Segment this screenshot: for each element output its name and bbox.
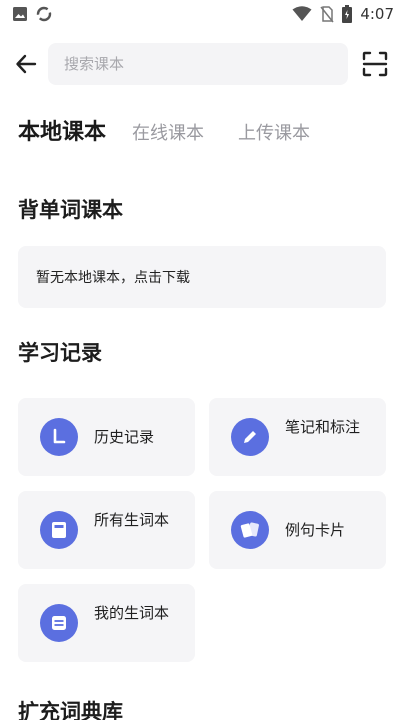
status-time: 4:07 bbox=[360, 5, 394, 23]
record-label-my-vocab: 我的生词本 bbox=[94, 604, 170, 622]
record-card-history[interactable]: 历史记录 bbox=[18, 398, 195, 476]
tab-online-textbooks[interactable]: 在线课本 bbox=[132, 119, 204, 145]
record-card-example-cards[interactable]: 例句卡片 bbox=[209, 491, 386, 569]
tab-upload-textbooks[interactable]: 上传课本 bbox=[238, 119, 310, 145]
record-card-all-vocab[interactable]: 所有生词本 bbox=[18, 491, 195, 569]
status-bar: 4:07 bbox=[0, 0, 404, 30]
arrow-left-icon bbox=[16, 54, 37, 74]
back-button[interactable] bbox=[12, 50, 40, 78]
record-label-history: 历史记录 bbox=[94, 428, 155, 446]
section-title-wordbooks: 背单词课本 bbox=[18, 198, 123, 222]
notebook-icon bbox=[40, 511, 78, 549]
record-card-my-vocab[interactable]: 我的生词本 bbox=[18, 584, 195, 662]
scan-icon[interactable] bbox=[362, 51, 388, 77]
cards-icon bbox=[231, 511, 269, 549]
clock-icon bbox=[40, 418, 78, 456]
record-label-notes: 笔记和标注 bbox=[285, 418, 361, 436]
search-input[interactable] bbox=[48, 43, 348, 85]
record-label-example-cards: 例句卡片 bbox=[285, 521, 346, 539]
section-title-dictionary: 扩充词典库 bbox=[18, 700, 123, 720]
section-title-records: 学习记录 bbox=[18, 341, 102, 365]
empty-wordbooks-card[interactable]: 暂无本地课本，点击下载 bbox=[18, 246, 386, 308]
list-icon bbox=[40, 604, 78, 642]
tab-bar: 本地课本 在线课本 上传课本 bbox=[18, 114, 344, 150]
battery-icon bbox=[342, 5, 353, 23]
image-icon bbox=[13, 7, 27, 21]
sync-icon bbox=[36, 6, 52, 22]
no-sim-icon bbox=[320, 5, 334, 22]
record-card-notes[interactable]: 笔记和标注 bbox=[209, 398, 386, 476]
top-bar bbox=[0, 40, 404, 88]
search-box[interactable] bbox=[48, 43, 348, 85]
wifi-icon bbox=[292, 6, 312, 21]
tab-local-textbooks[interactable]: 本地课本 bbox=[18, 114, 106, 146]
record-label-all-vocab: 所有生词本 bbox=[94, 511, 170, 529]
pencil-icon bbox=[231, 418, 269, 456]
